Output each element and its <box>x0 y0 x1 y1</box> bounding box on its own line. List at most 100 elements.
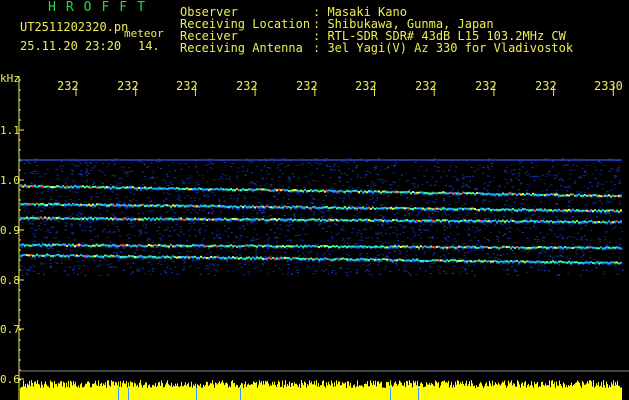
noise-speck <box>160 264 163 266</box>
carrier-trace <box>544 194 546 197</box>
noise-speck <box>72 268 75 270</box>
carrier-trace <box>416 193 418 195</box>
noise-speck <box>197 213 200 215</box>
carrier-trace <box>546 247 548 249</box>
noise-speck <box>419 229 422 231</box>
noise-speck <box>572 216 575 217</box>
noise-speck <box>82 180 85 182</box>
carrier-trace <box>108 244 110 247</box>
carrier-trace <box>110 246 112 248</box>
noise-speck <box>404 265 406 267</box>
carrier-trace <box>190 245 192 248</box>
carrier-trace <box>540 208 542 211</box>
carrier-trace <box>344 258 346 260</box>
noise-speck <box>88 172 91 174</box>
carrier-trace <box>274 220 276 221</box>
carrier-trace <box>166 257 168 259</box>
noise-speck <box>35 211 38 213</box>
carrier-trace <box>534 220 536 223</box>
noise-speck <box>279 169 282 171</box>
noise-speck <box>360 237 363 239</box>
noise-speck <box>482 172 485 174</box>
carrier-trace <box>184 258 186 260</box>
carrier-trace <box>224 257 226 260</box>
noise-speck <box>42 177 45 178</box>
carrier-trace <box>522 246 524 249</box>
carrier-trace <box>522 210 524 212</box>
noise-speck <box>396 237 399 238</box>
carrier-trace <box>28 244 30 247</box>
noise-speck <box>380 166 383 167</box>
noise-speck <box>181 269 184 271</box>
noise-speck <box>475 213 477 215</box>
noise-speck <box>501 224 504 226</box>
carrier-trace <box>196 218 198 221</box>
carrier-trace <box>334 191 336 193</box>
carrier-trace <box>248 205 250 208</box>
carrier-trace <box>560 209 562 212</box>
noise-level-bar <box>117 385 118 400</box>
noise-speck <box>281 204 284 206</box>
carrier-trace <box>282 208 284 210</box>
noise-speck <box>266 167 269 168</box>
noise-speck <box>537 269 540 271</box>
noise-speck <box>281 185 284 187</box>
carrier-trace <box>72 245 74 247</box>
carrier-trace <box>174 218 176 221</box>
noise-speck <box>117 183 120 185</box>
noise-speck <box>475 200 478 202</box>
noise-speck <box>513 202 516 203</box>
carrier-trace <box>568 221 570 224</box>
carrier-trace <box>556 193 558 196</box>
noise-speck <box>229 166 232 168</box>
noise-speck <box>359 266 362 268</box>
carrier-trace <box>334 260 336 262</box>
carrier-trace <box>404 191 406 193</box>
carrier-trace <box>196 188 198 191</box>
carrier-trace <box>580 223 582 225</box>
noise-speck <box>598 200 601 202</box>
carrier-trace <box>602 220 604 223</box>
carrier-trace <box>306 245 308 248</box>
carrier-trace <box>266 257 268 260</box>
noise-speck <box>57 178 60 180</box>
noise-speck <box>255 165 258 167</box>
carrier-trace <box>558 248 560 249</box>
noise-speck <box>168 193 171 195</box>
carrier-trace <box>598 262 600 265</box>
noise-speck <box>167 165 170 167</box>
noise-speck <box>66 177 69 179</box>
carrier-trace <box>190 256 192 259</box>
carrier-trace <box>394 259 396 262</box>
carrier-trace <box>98 255 100 258</box>
noise-speck <box>553 233 556 235</box>
noise-speck <box>286 239 289 241</box>
noise-speck <box>305 222 308 224</box>
carrier-trace <box>298 205 300 208</box>
noise-speck <box>604 238 607 240</box>
noise-speck <box>544 158 547 160</box>
noise-speck <box>356 234 359 236</box>
carrier-trace <box>294 245 296 248</box>
carrier-trace <box>64 203 66 206</box>
carrier-trace <box>596 194 598 197</box>
noise-speck <box>197 230 200 232</box>
noise-speck <box>34 161 37 163</box>
carrier-trace <box>512 219 514 222</box>
carrier-trace <box>194 187 196 190</box>
carrier-trace <box>106 188 108 189</box>
carrier-trace <box>432 219 434 222</box>
noise-speck <box>533 196 536 198</box>
carrier-trace <box>326 219 328 222</box>
carrier-trace <box>458 207 460 210</box>
carrier-trace <box>176 246 178 248</box>
noise-speck <box>514 270 516 272</box>
carrier-trace <box>116 256 118 258</box>
carrier-trace <box>322 244 324 247</box>
noise-speck <box>322 203 325 205</box>
noise-speck <box>312 273 315 275</box>
carrier-trace <box>498 195 500 197</box>
carrier-trace <box>390 206 392 209</box>
noise-speck <box>159 221 162 223</box>
noise-speck <box>219 203 221 205</box>
